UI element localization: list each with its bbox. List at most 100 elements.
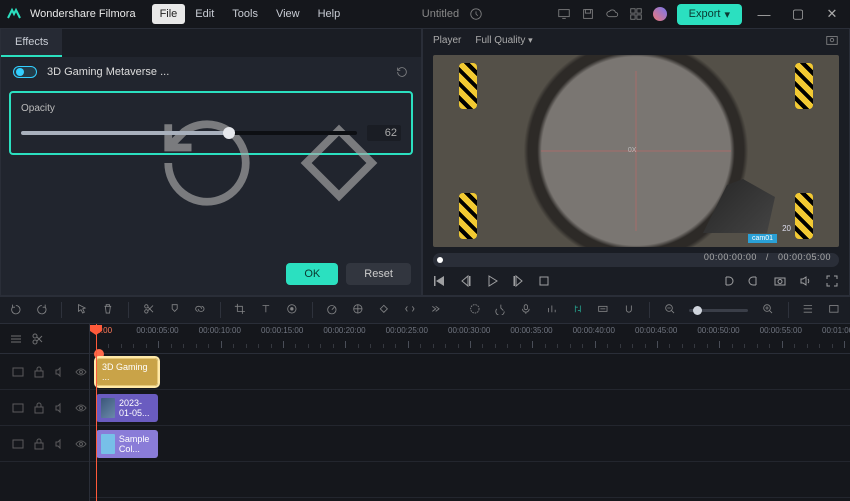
gutter-cut-icon[interactable] bbox=[32, 333, 44, 345]
eye-icon[interactable] bbox=[75, 402, 87, 414]
window-maximize[interactable]: ▢ bbox=[786, 6, 810, 22]
undo-icon[interactable] bbox=[10, 303, 22, 317]
menu-help[interactable]: Help bbox=[310, 4, 349, 24]
menu-tools[interactable]: Tools bbox=[224, 4, 266, 24]
mute-icon[interactable] bbox=[54, 438, 66, 450]
audio-mix-icon[interactable] bbox=[546, 303, 558, 317]
history-icon[interactable] bbox=[469, 7, 483, 21]
lock-icon[interactable] bbox=[33, 438, 45, 450]
project-title: Untitled bbox=[422, 8, 459, 20]
preview-timecode: 00:00:00:00 / 00:00:05:00 bbox=[704, 252, 831, 262]
save-icon[interactable] bbox=[581, 7, 595, 21]
volume-icon[interactable] bbox=[799, 274, 813, 288]
timeline-body[interactable]: 00:00 00:00:05:0000:00:10:0000:00:15:000… bbox=[90, 324, 850, 501]
track-empty[interactable] bbox=[90, 462, 850, 498]
timeline-toolbar bbox=[0, 296, 850, 324]
snap-icon[interactable] bbox=[623, 303, 635, 317]
delete-icon[interactable] bbox=[102, 303, 114, 317]
gutter-menu-icon[interactable] bbox=[10, 333, 22, 345]
step-fwd-icon[interactable] bbox=[511, 274, 525, 288]
speed-icon[interactable] bbox=[326, 303, 338, 317]
zoom-out-icon[interactable] bbox=[664, 303, 676, 317]
adjust-icon[interactable] bbox=[572, 303, 584, 317]
preview-scrubber[interactable]: 00:00:00:00 / 00:00:05:00 bbox=[433, 253, 839, 267]
play-icon[interactable] bbox=[485, 274, 499, 288]
preview-hud-tag: cam01 bbox=[748, 234, 777, 243]
mark-out-icon[interactable] bbox=[747, 274, 761, 288]
fit-icon[interactable] bbox=[828, 303, 840, 317]
monitor-icon[interactable] bbox=[557, 7, 571, 21]
tab-effects[interactable]: Effects bbox=[1, 29, 62, 57]
project-title-area: Untitled bbox=[350, 7, 554, 21]
prev-clip-icon[interactable] bbox=[433, 274, 447, 288]
window-minimize[interactable]: — bbox=[752, 7, 776, 22]
redo-icon[interactable] bbox=[36, 303, 48, 317]
titlebar-right: Export ▾ — ▢ ✕ bbox=[557, 4, 844, 25]
menu-view[interactable]: View bbox=[268, 4, 308, 24]
stop-icon[interactable] bbox=[537, 274, 551, 288]
effects-tool-icon[interactable] bbox=[469, 303, 481, 317]
lock-icon[interactable] bbox=[33, 366, 45, 378]
time-ruler[interactable]: 00:00 00:00:05:0000:00:10:0000:00:15:000… bbox=[90, 324, 850, 354]
marker-icon[interactable] bbox=[168, 303, 180, 317]
quality-dropdown[interactable]: Full Quality ▾ bbox=[475, 35, 532, 46]
effects-panel: Effects 3D Gaming Metaverse ... Opacity … bbox=[0, 28, 422, 296]
more-tools-icon[interactable] bbox=[429, 303, 441, 317]
motion-icon[interactable] bbox=[495, 303, 507, 317]
eye-icon[interactable] bbox=[75, 438, 87, 450]
clip-color[interactable]: Sample Col... bbox=[96, 430, 158, 458]
grid-icon[interactable] bbox=[629, 7, 643, 21]
fullscreen-icon[interactable] bbox=[825, 274, 839, 288]
zoom-in-icon[interactable] bbox=[762, 303, 774, 317]
menu-file[interactable]: File bbox=[152, 4, 186, 24]
eye-icon[interactable] bbox=[75, 366, 87, 378]
crop-icon[interactable] bbox=[234, 303, 246, 317]
export-button[interactable]: Export ▾ bbox=[677, 4, 742, 25]
mute-icon[interactable] bbox=[54, 366, 66, 378]
reset-button[interactable]: Reset bbox=[346, 263, 411, 285]
record-icon[interactable] bbox=[286, 303, 298, 317]
color-icon[interactable] bbox=[352, 303, 364, 317]
pointer-icon[interactable] bbox=[76, 303, 88, 317]
render-icon[interactable] bbox=[597, 303, 609, 317]
playhead[interactable] bbox=[96, 324, 97, 501]
menu-edit[interactable]: Edit bbox=[187, 4, 222, 24]
camera-icon[interactable] bbox=[773, 274, 787, 288]
clip-video[interactable]: 2023-01-05... bbox=[96, 394, 158, 422]
text-icon[interactable] bbox=[260, 303, 272, 317]
zoom-slider[interactable] bbox=[689, 309, 748, 312]
preview-viewport[interactable]: 0X cam01 20 bbox=[433, 55, 839, 247]
menu-icon[interactable] bbox=[12, 438, 24, 450]
track-view-icon[interactable] bbox=[802, 303, 814, 317]
preview-center-label: 0X bbox=[628, 147, 637, 154]
keyframe-tool-icon[interactable] bbox=[378, 303, 390, 317]
keyframe-icon[interactable] bbox=[277, 101, 401, 115]
clip-effect[interactable]: 3D Gaming ... bbox=[96, 358, 158, 386]
mic-icon[interactable] bbox=[520, 303, 532, 317]
player-label[interactable]: Player bbox=[433, 35, 461, 46]
snapshot-icon[interactable] bbox=[825, 33, 839, 47]
ok-button[interactable]: OK bbox=[286, 263, 338, 285]
chevron-down-icon: ▾ bbox=[724, 8, 730, 21]
panel-footer: OK Reset bbox=[1, 253, 421, 295]
split-icon[interactable] bbox=[143, 303, 155, 317]
effect-reset-icon[interactable] bbox=[395, 65, 409, 79]
track-video[interactable]: 2023-01-05... bbox=[90, 390, 850, 426]
mark-in-icon[interactable] bbox=[721, 274, 735, 288]
lock-icon[interactable] bbox=[33, 402, 45, 414]
menu-icon[interactable] bbox=[12, 366, 24, 378]
mute-icon[interactable] bbox=[54, 402, 66, 414]
track-fx[interactable]: 3D Gaming ... bbox=[90, 354, 850, 390]
link-icon[interactable] bbox=[194, 303, 206, 317]
track-header-fx bbox=[0, 354, 89, 390]
opacity-slider[interactable] bbox=[21, 131, 357, 135]
profile-avatar[interactable] bbox=[653, 7, 667, 21]
cloud-icon[interactable] bbox=[605, 7, 619, 21]
param-reset-icon[interactable] bbox=[145, 101, 269, 115]
window-close[interactable]: ✕ bbox=[820, 6, 844, 22]
menu-icon[interactable] bbox=[12, 402, 24, 414]
expand-icon[interactable] bbox=[404, 303, 416, 317]
step-back-icon[interactable] bbox=[459, 274, 473, 288]
effect-toggle[interactable] bbox=[13, 66, 37, 78]
track-color[interactable]: Sample Col... bbox=[90, 426, 850, 462]
